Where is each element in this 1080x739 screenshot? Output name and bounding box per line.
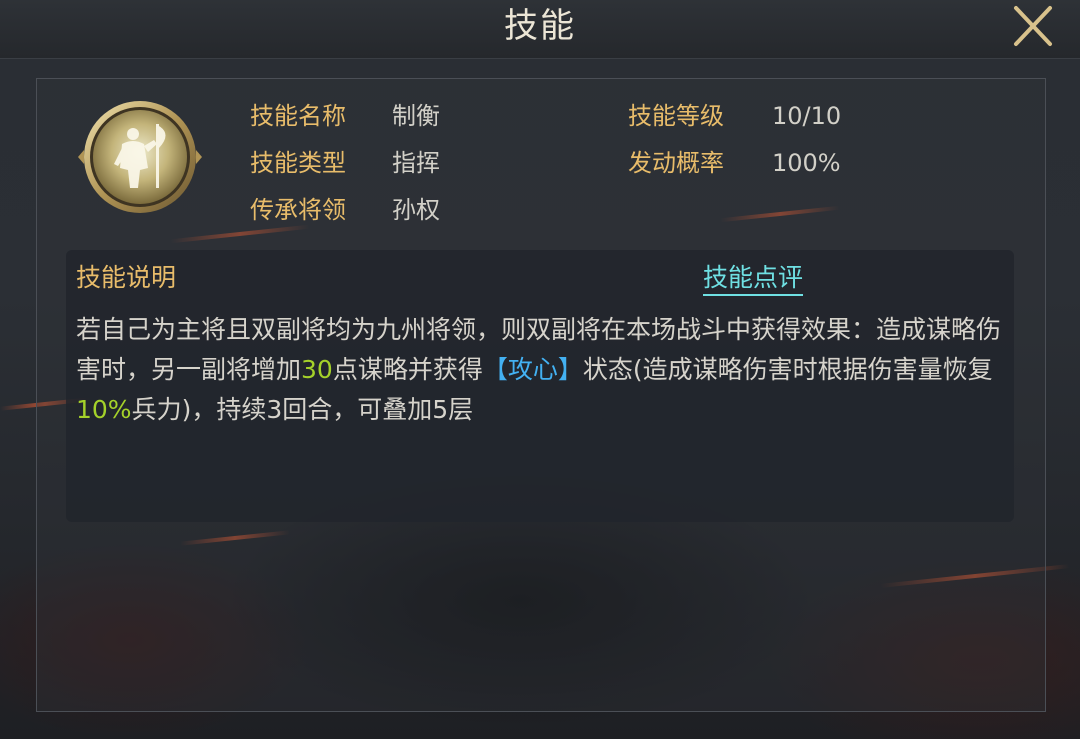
trigger-rate-value: 100% bbox=[772, 149, 841, 177]
description-segment: 状态(造成谋略伤害时根据伤害量恢复 bbox=[582, 355, 993, 384]
close-x-icon bbox=[1014, 6, 1052, 46]
skill-type-label: 技能类型 bbox=[250, 149, 346, 177]
description-segment: 兵力)，持续3回合，可叠加5层 bbox=[131, 395, 474, 424]
skill-name-label: 技能名称 bbox=[250, 102, 346, 130]
skill-type-value: 指挥 bbox=[392, 149, 440, 177]
close-button[interactable] bbox=[1006, 2, 1058, 50]
highlight-percent: 10% bbox=[76, 395, 132, 424]
description-text: 若自己为主将且双副将均为九州将领，则双副将在本场战斗中获得效果：造成谋略伤害时，… bbox=[76, 310, 1006, 430]
skill-name-value: 制衡 bbox=[392, 102, 440, 130]
buff-name: 【攻心】 bbox=[482, 355, 583, 384]
skill-level-label: 技能等级 bbox=[628, 102, 724, 130]
window-title: 技能 bbox=[504, 6, 576, 46]
description-segment: 点谋略并获得 bbox=[332, 355, 483, 384]
warrior-portrait-icon bbox=[78, 98, 202, 216]
skill-review-link[interactable]: 技能点评 bbox=[703, 262, 804, 296]
inherit-general-label: 传承将领 bbox=[250, 196, 346, 224]
inherit-general-value: 孙权 bbox=[392, 196, 440, 224]
skill-level-value: 10/10 bbox=[772, 102, 842, 130]
description-title: 技能说明 bbox=[76, 263, 177, 292]
trigger-rate-label: 发动概率 bbox=[628, 149, 724, 177]
highlight-number: 30 bbox=[301, 355, 333, 384]
